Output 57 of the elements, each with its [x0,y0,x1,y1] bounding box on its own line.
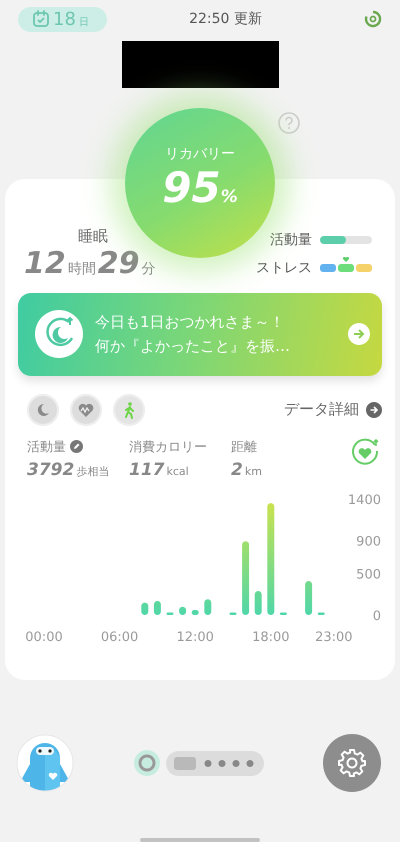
calendar-icon [32,10,50,28]
category-tab[interactable] [113,394,145,426]
chart-bar [305,580,312,615]
ring-icon[interactable] [134,750,160,776]
category-tab[interactable] [70,394,102,426]
chart-bar [141,602,148,615]
pencil-icon[interactable] [70,440,83,454]
y-axis-label: 500 [356,567,381,582]
stat-value: 3792 [27,460,74,480]
chart-bar [254,590,262,615]
sleep-badge-icon [35,310,83,358]
y-axis-label: 1400 [348,492,381,508]
chart-bar [280,612,287,615]
x-axis-label: 06:00 [100,630,138,645]
sleep-hours: 12 [24,246,66,281]
activity-label: 活動量 [270,230,312,249]
stat-label: 活動量 [27,438,66,456]
x-axis-label: 12:00 [176,630,214,645]
chart-bar [179,606,186,615]
help-icon[interactable] [278,112,300,134]
sleep-minutes: 29 [98,246,140,281]
x-axis-label: 00:00 [25,630,63,645]
stat-unit: km [244,464,262,478]
category-tab[interactable] [27,394,59,426]
chart-bar [154,600,161,615]
update-time: 22:50 更新 [188,10,263,28]
message-banner[interactable]: 今日も1日おつかれさま～！ 何か『よかったこと』を振… [18,292,382,376]
stat-label: 距離 [231,438,257,456]
chart-bar [192,610,199,615]
settings-icon [336,747,368,779]
y-axis-label: 0 [372,608,381,624]
x-axis-label: 23:00 [315,630,353,645]
ring-icon[interactable] [364,10,382,28]
banner-text: 何か『よかったこと』を振… [95,336,291,358]
recovery-unit: % [220,186,238,206]
hours-unit: 時間 [68,260,96,278]
date-button[interactable]: 18 日 [18,6,107,32]
stat-label: 消費カロリー [129,438,207,456]
stat-value: 2 [231,460,243,480]
recovery-label: リカバリー [165,144,235,162]
stat-unit: kcal [166,464,189,478]
chart-bar [230,612,236,615]
chart-bar [166,612,174,615]
chart-bar [204,599,212,615]
sleep-label: 睡眠 [78,226,109,246]
chart-bar [318,612,325,615]
recovery-value: 95 [162,162,221,212]
stress-label: ストレス [256,258,312,277]
data-details-link[interactable]: データ詳細 [284,400,382,420]
minutes-unit: 分 [142,260,156,278]
y-axis-label: 900 [356,534,381,550]
stat-value: 117 [129,460,164,480]
x-axis-label: 18:00 [252,630,290,645]
avatar-drawing[interactable] [16,734,74,792]
banner-text: 今日も1日おつかれさま～！ [95,312,286,334]
stat-unit: 歩相当 [76,464,110,479]
page-indicator[interactable] [166,750,264,776]
